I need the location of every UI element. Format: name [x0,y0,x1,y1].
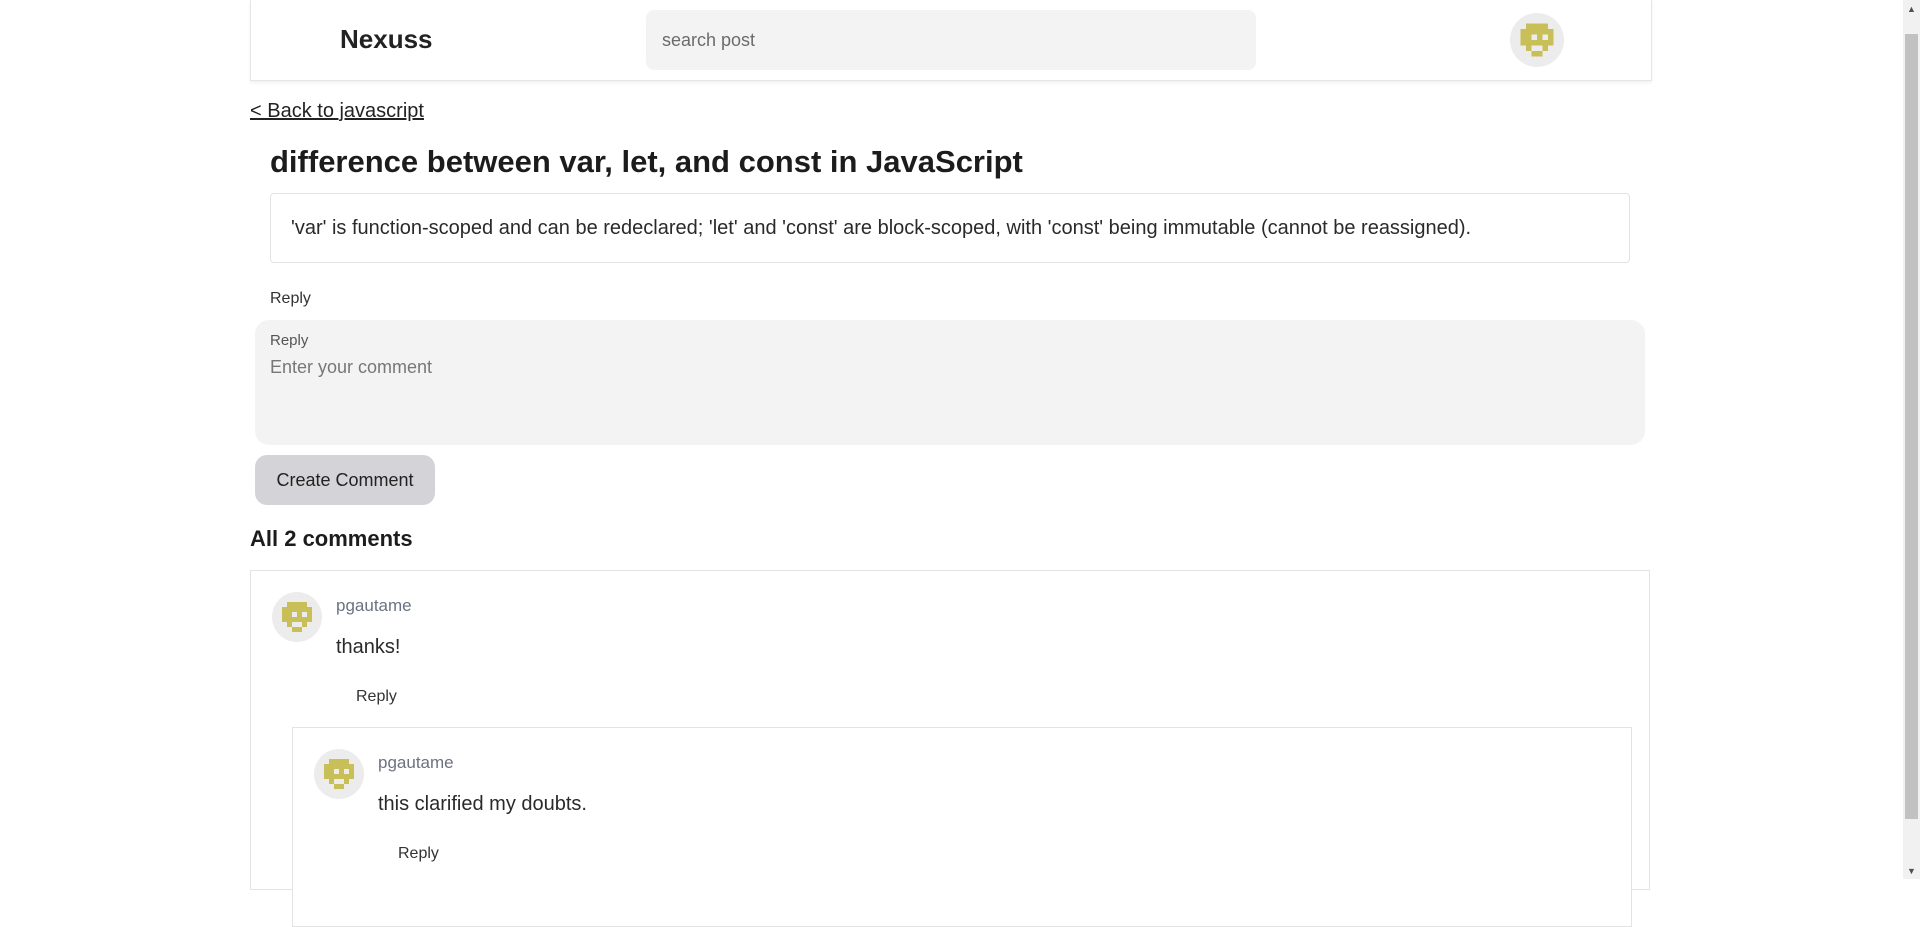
pixel-avatar-icon [277,597,317,637]
comment-textarea[interactable] [270,357,1630,427]
comment-author[interactable]: pgautame [336,596,412,616]
scroll-down-arrow-icon[interactable]: ▼ [1903,862,1920,879]
app-logo[interactable]: Nexuss [340,24,433,55]
search-bar[interactable] [646,10,1256,70]
reply-text: this clarified my doubts. [378,793,587,815]
comment-avatar [272,592,322,642]
reply-author[interactable]: pgautame [378,753,454,773]
reply-avatar [314,749,364,799]
vertical-scrollbar[interactable]: ▲ ▼ [1903,0,1920,879]
pixel-avatar-icon [319,754,359,794]
create-comment-button[interactable]: Create Comment [255,455,435,505]
nested-reply: pgautame this clarified my doubts. Reply [292,727,1632,927]
comment-field-label: Reply [270,332,309,349]
comments-heading: All 2 comments [250,526,413,551]
user-avatar[interactable] [1510,13,1564,67]
top-navbar: Nexuss [250,0,1652,81]
comment-reply-link[interactable]: Reply [356,688,397,706]
post-title: difference between var, let, and const i… [270,144,1023,179]
pixel-avatar-icon [1515,18,1559,62]
post-body: 'var' is function-scoped and can be rede… [270,193,1630,263]
scroll-thumb[interactable] [1905,34,1918,819]
reply-reply-link[interactable]: Reply [398,845,439,863]
scroll-up-arrow-icon[interactable]: ▲ [1903,0,1920,17]
search-input[interactable] [660,28,1256,52]
back-link[interactable]: < Back to javascript [250,100,424,123]
comments-list: pgautame thanks! Reply pgautame this cla… [250,570,1650,927]
comment-form: Reply [255,320,1645,445]
comment-text: thanks! [336,636,401,658]
post-reply-link[interactable]: Reply [270,290,311,308]
